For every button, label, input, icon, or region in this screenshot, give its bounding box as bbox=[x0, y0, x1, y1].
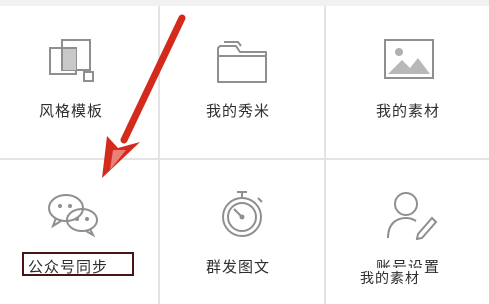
red-arrow-annotation bbox=[102, 14, 186, 178]
